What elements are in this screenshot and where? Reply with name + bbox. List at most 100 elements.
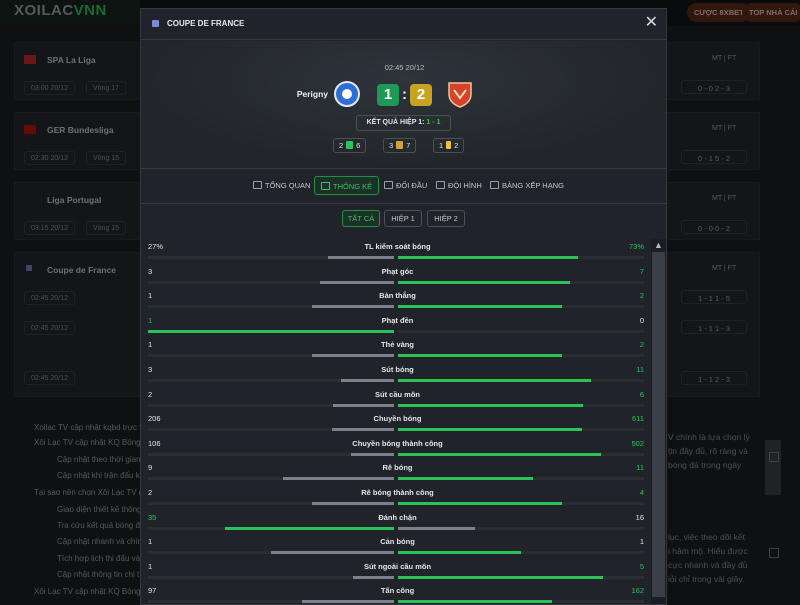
- away-stat-bar: [398, 452, 644, 456]
- stat-label: Sút cầu môn: [374, 389, 420, 399]
- tab-lineup[interactable]: ĐỘI HÌNH: [430, 176, 488, 195]
- away-count: 2: [454, 141, 459, 150]
- yellow-card-icon: [446, 141, 452, 149]
- home-stat-bar: [148, 502, 394, 505]
- away-stat-bar: [398, 502, 644, 505]
- stat-row: 1 Sút ngoài cầu môn 5: [145, 559, 650, 584]
- away-stat-value: 0: [639, 315, 644, 325]
- tab-statistics[interactable]: THỐNG KÊ: [314, 176, 380, 195]
- away-stat-bar: [398, 477, 644, 481]
- away-stat-fill: [398, 256, 578, 259]
- subtab-second-half[interactable]: HIỆP 2: [427, 210, 465, 227]
- home-stat-fill: [312, 354, 394, 358]
- away-stat-value: 11: [636, 365, 644, 374]
- away-stat-fill: [398, 551, 521, 555]
- home-stat-fill: [320, 280, 394, 284]
- away-stat-bar: [398, 403, 644, 407]
- stat-row: 106 Chuyền bóng thành công 502: [145, 436, 650, 461]
- home-stat-fill: [341, 379, 394, 382]
- corner-kicks-summary: 26: [333, 138, 367, 153]
- home-stat-bar: [148, 354, 394, 358]
- away-stat-fill: [398, 354, 562, 358]
- stat-label: TL kiểm soát bóng: [364, 242, 431, 251]
- away-stat-bar: [398, 600, 644, 604]
- away-stat-value: 6: [639, 389, 644, 399]
- away-stat-value: 4: [639, 488, 644, 497]
- home-stat-bar: [148, 280, 394, 284]
- stat-row: 3 Sút bóng 11: [145, 362, 650, 387]
- away-stat-bar: [398, 305, 644, 309]
- home-stat-fill: [312, 305, 394, 309]
- overview-icon: [253, 181, 262, 189]
- tab-overview[interactable]: TỔNG QUAN: [247, 176, 316, 195]
- away-stat-bar: [398, 354, 644, 358]
- home-count: 3: [389, 141, 394, 150]
- home-stat-bar: [148, 452, 394, 456]
- away-stat-fill: [398, 526, 476, 530]
- home-count: 1: [439, 141, 444, 150]
- home-stat-bar: [148, 526, 394, 530]
- shots-summary: 37: [383, 138, 417, 153]
- home-stat-bar: [148, 575, 394, 579]
- subtab-first-half[interactable]: HIỆP 1: [384, 210, 422, 227]
- stat-label: Đánh chặn: [378, 512, 417, 522]
- halftime-label: KẾT QUẢ HIỆP 1:: [366, 119, 425, 126]
- period-tabs: TẤT CẢ HIỆP 1 HIỆP 2: [141, 210, 666, 228]
- home-stat-fill: [327, 256, 394, 259]
- cards-summary: 12: [433, 138, 465, 153]
- home-stat-bar: [148, 305, 394, 309]
- scroll-up-icon[interactable]: ▲: [654, 240, 663, 250]
- stat-row: 35 Đánh chặn 16: [145, 510, 650, 535]
- competition-name: COUPE DE FRANCE: [167, 19, 245, 28]
- away-stat-fill: [398, 502, 562, 505]
- halftime-result: KẾT QUẢ HIỆP 1: 1 - 1: [356, 115, 451, 131]
- modal-header: COUPE DE FRANCE ✕: [141, 9, 666, 40]
- away-stat-fill: [398, 379, 592, 382]
- stat-label: Sút bóng: [381, 365, 414, 374]
- shoe-icon: [396, 141, 404, 149]
- home-stat-bar: [148, 379, 394, 382]
- home-stat-fill: [353, 575, 394, 579]
- tab-standings[interactable]: BẢNG XẾP HẠNG: [484, 176, 570, 195]
- home-team-logo-icon: [334, 81, 360, 107]
- stat-label: Bàn thắng: [379, 291, 416, 301]
- away-score: 2: [410, 84, 432, 106]
- tab-head-to-head[interactable]: ĐỐI ĐẦU: [378, 176, 433, 195]
- stat-row: 9 Rê bóng 11: [145, 460, 650, 485]
- match-detail-modal: COUPE DE FRANCE ✕ 02:45 20/12 Perigny 1 …: [140, 8, 667, 605]
- stat-label: Tấn công: [380, 586, 415, 596]
- home-stat-bar: [148, 428, 394, 432]
- away-stat-bar: [398, 575, 644, 579]
- home-stat-fill: [148, 329, 394, 333]
- home-score: 1: [377, 84, 399, 106]
- stat-row: 97 Tấn công 162: [145, 583, 650, 604]
- stat-label: Sút ngoài cầu môn: [363, 561, 432, 571]
- tab-label: ĐỘI HÌNH: [448, 181, 482, 190]
- home-stat-bar: [148, 403, 394, 407]
- statistics-scrollbar[interactable]: ▲: [651, 239, 666, 604]
- stat-row: 1 Thẻ vàng 2: [145, 337, 650, 362]
- tab-label: BẢNG XẾP HẠNG: [502, 181, 564, 190]
- home-stat-bar: [148, 551, 394, 555]
- away-stat-fill: [398, 477, 534, 481]
- away-stat-fill: [398, 428, 582, 432]
- table-icon: [490, 181, 499, 189]
- away-stat-value: 162: [631, 586, 644, 596]
- stat-label: Cản bóng: [380, 537, 415, 547]
- home-team-name[interactable]: Perigny: [297, 89, 328, 99]
- scrollbar-thumb[interactable]: [652, 252, 665, 597]
- away-stat-value: 2: [639, 291, 644, 301]
- close-button[interactable]: ✕: [645, 15, 658, 31]
- score-separator: :: [402, 86, 407, 103]
- subtab-all[interactable]: TẤT CẢ: [342, 210, 380, 227]
- home-stat-fill: [312, 502, 394, 505]
- home-stat-bar: [148, 477, 394, 481]
- away-stat-bar: [398, 526, 644, 530]
- away-stat-fill: [398, 600, 552, 604]
- away-stat-fill: [398, 575, 603, 579]
- away-stat-value: 611: [632, 414, 644, 424]
- match-header: 02:45 20/12 Perigny 1 : 2 KẾT QUẢ HIỆP 1…: [141, 41, 666, 169]
- away-stat-value: 11: [636, 463, 644, 473]
- tab-label: ĐỐI ĐẦU: [396, 181, 428, 190]
- away-stat-bar: [398, 256, 644, 259]
